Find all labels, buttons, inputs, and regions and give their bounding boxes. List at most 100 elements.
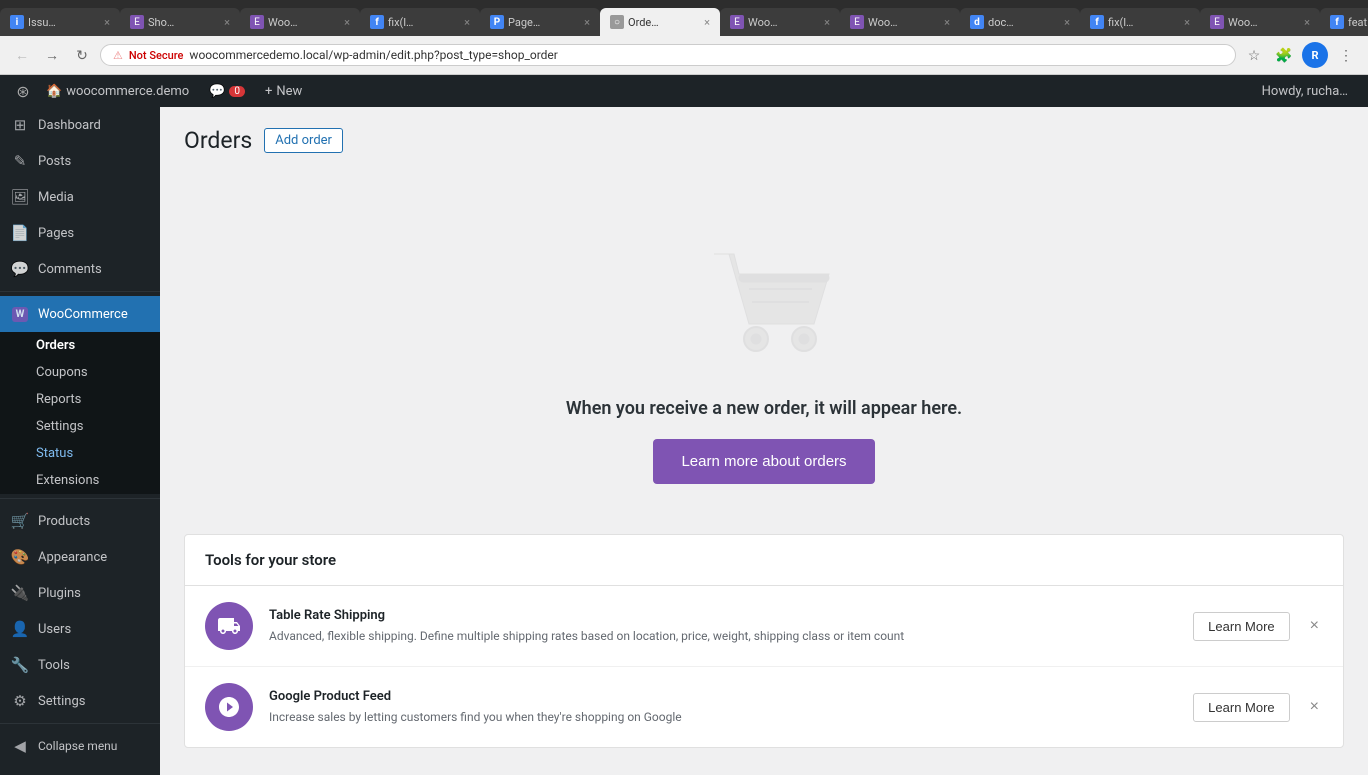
sidebar-item-plugins[interactable]: 🔌 Plugins (0, 575, 160, 611)
menu-button[interactable]: ⋮ (1334, 43, 1358, 67)
sidebar-item-posts[interactable]: ✎ Posts (0, 143, 160, 179)
sidebar-item-dashboard[interactable]: ⊞ Dashboard (0, 107, 160, 143)
tab-favicon: f (370, 15, 384, 29)
sidebar-item-pages[interactable]: 📄 Pages (0, 215, 160, 251)
tab-close-icon[interactable]: × (944, 16, 950, 29)
tab-page[interactable]: P Page… × (480, 8, 600, 36)
posts-icon: ✎ (10, 151, 30, 171)
tool-info-table-rate-shipping: Table Rate Shipping Advanced, flexible s… (269, 608, 1177, 645)
sidebar-item-comments[interactable]: 💬 Comments (0, 251, 160, 287)
tool-info-google-product-feed: Google Product Feed Increase sales by le… (269, 689, 1177, 726)
sidebar-subitem-settings[interactable]: Settings (0, 413, 160, 440)
profile-button[interactable]: R (1302, 42, 1328, 68)
tab-close-icon[interactable]: × (1064, 16, 1070, 29)
table-rate-shipping-icon (205, 602, 253, 650)
tool-desc-google-product-feed: Increase sales by letting customers find… (269, 708, 1177, 726)
tab-feat[interactable]: f feat… × (1320, 8, 1368, 36)
comments-icon: 💬 (10, 259, 30, 279)
tab-favicon: E (850, 15, 864, 29)
sidebar-item-woocommerce[interactable]: W WooCommerce (0, 296, 160, 332)
tab-fix1[interactable]: f fix(l… × (360, 8, 480, 36)
sidebar-item-appearance[interactable]: 🎨 Appearance (0, 539, 160, 575)
sidebar-item-users[interactable]: 👤 Users (0, 611, 160, 647)
settings-icon: ⚙ (10, 691, 30, 711)
sidebar-label-media: Media (38, 190, 74, 205)
sidebar-subitem-extensions[interactable]: Extensions (0, 467, 160, 494)
tab-favicon: E (730, 15, 744, 29)
extensions-button[interactable]: 🧩 (1272, 43, 1296, 67)
wp-admin: ⊛ 🏠 woocommerce.demo 💬 0 + New Howdy, ru… (0, 75, 1368, 775)
tab-favicon: E (130, 15, 144, 29)
users-icon: 👤 (10, 619, 30, 639)
tab-woo3[interactable]: E Woo… × (840, 8, 960, 36)
tab-close-icon[interactable]: × (104, 16, 110, 29)
tab-favicon: d (970, 15, 984, 29)
tools-icon: 🔧 (10, 655, 30, 675)
back-button[interactable]: ← (10, 43, 34, 67)
address-bar[interactable]: ⚠ Not Secure woocommercedemo.local/wp-ad… (100, 44, 1236, 66)
tab-doc1[interactable]: d doc… × (960, 8, 1080, 36)
admin-bar-comments[interactable]: 💬 0 (199, 75, 255, 107)
tab-favicon: ○ (610, 15, 624, 29)
admin-bar: ⊛ 🏠 woocommerce.demo 💬 0 + New Howdy, ru… (0, 75, 1368, 107)
close-button-table-rate-shipping[interactable]: × (1306, 613, 1323, 639)
sidebar-subitem-orders[interactable]: Orders (0, 332, 160, 359)
wp-logo[interactable]: ⊛ (10, 75, 36, 107)
learn-more-button-google-product-feed[interactable]: Learn More (1193, 693, 1289, 722)
house-icon: 🏠 (46, 84, 62, 99)
close-button-google-product-feed[interactable]: × (1306, 694, 1323, 720)
sidebar-label-dashboard: Dashboard (38, 118, 101, 133)
tab-woo4[interactable]: E Woo… × (1200, 8, 1320, 36)
sidebar-label-woocommerce: WooCommerce (38, 307, 128, 322)
admin-bar-site[interactable]: 🏠 woocommerce.demo (36, 75, 199, 107)
sidebar-item-products[interactable]: 🛒 Products (0, 503, 160, 539)
learn-more-button-table-rate-shipping[interactable]: Learn More (1193, 612, 1289, 641)
tab-close-icon[interactable]: × (224, 16, 230, 29)
sidebar-subitem-status[interactable]: Status (0, 440, 160, 467)
collapse-label: Collapse menu (38, 739, 117, 753)
sidebar-label-plugins: Plugins (38, 586, 81, 601)
tab-close-icon[interactable]: × (464, 16, 470, 29)
empty-state: When you receive a new order, it will ap… (184, 174, 1344, 524)
sidebar-item-media[interactable]: 🖼 Media (0, 179, 160, 215)
tab-shop1[interactable]: E Sho… × (120, 8, 240, 36)
learn-more-orders-button[interactable]: Learn more about orders (653, 439, 874, 484)
sidebar-label-users: Users (38, 622, 71, 637)
tab-favicon: E (250, 15, 264, 29)
collapse-icon: ◀ (10, 736, 30, 756)
tab-close-icon[interactable]: × (584, 16, 590, 29)
sidebar-collapse[interactable]: ◀ Collapse menu (0, 728, 160, 764)
tab-issues[interactable]: i Issu… × (0, 8, 120, 36)
reload-button[interactable]: ↻ (70, 43, 94, 67)
tab-close-icon[interactable]: × (344, 16, 350, 29)
tab-fix2[interactable]: f fix(l… × (1080, 8, 1200, 36)
tool-desc-table-rate-shipping: Advanced, flexible shipping. Define mult… (269, 627, 1177, 645)
admin-bar-new[interactable]: + New (255, 75, 312, 107)
tab-close-icon[interactable]: × (1184, 16, 1190, 29)
tab-orders[interactable]: ○ Orde… × (600, 8, 720, 36)
browser-toolbar: ← → ↻ ⚠ Not Secure woocommercedemo.local… (0, 36, 1368, 75)
tab-close-icon[interactable]: × (704, 16, 710, 29)
tab-favicon: f (1330, 15, 1344, 29)
cart-icon-wrapper (684, 234, 844, 378)
tab-close-icon[interactable]: × (1304, 16, 1310, 29)
forward-button[interactable]: → (40, 43, 64, 67)
tab-woo2[interactable]: E Woo… × (720, 8, 840, 36)
bookmark-button[interactable]: ☆ (1242, 43, 1266, 67)
sidebar-item-settings[interactable]: ⚙ Settings (0, 683, 160, 719)
sidebar-label-pages: Pages (38, 226, 74, 241)
tab-close-icon[interactable]: × (824, 16, 830, 29)
comment-icon: 💬 (209, 84, 225, 99)
sidebar-subitem-coupons[interactable]: Coupons (0, 359, 160, 386)
tools-header: Tools for your store (185, 535, 1343, 586)
sidebar-label-appearance: Appearance (38, 550, 107, 565)
sidebar-subitem-reports[interactable]: Reports (0, 386, 160, 413)
media-icon: 🖼 (10, 187, 30, 207)
sidebar-item-tools[interactable]: 🔧 Tools (0, 647, 160, 683)
add-order-button[interactable]: Add order (264, 128, 343, 153)
main-content: Orders Add order (160, 107, 1368, 775)
admin-bar-howdy: Howdy, rucha… (1252, 84, 1358, 99)
tab-woo1[interactable]: E Woo… × (240, 8, 360, 36)
tab-favicon: P (490, 15, 504, 29)
plugins-icon: 🔌 (10, 583, 30, 603)
